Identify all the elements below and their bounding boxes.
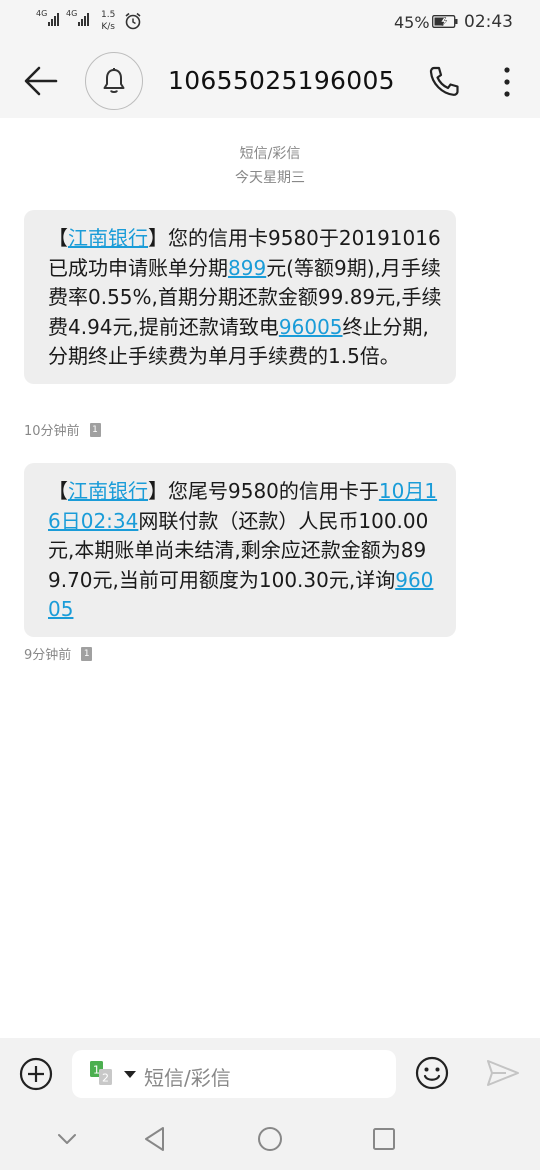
nav-home-icon[interactable] xyxy=(257,1126,283,1152)
message-link[interactable]: 96005 xyxy=(279,315,343,339)
back-arrow-icon[interactable] xyxy=(22,64,60,98)
send-icon[interactable] xyxy=(486,1058,520,1088)
battery-percent: 45% xyxy=(394,13,430,32)
sim-switch-icon[interactable]: 1 2 xyxy=(90,1060,142,1088)
sim-card-icon: 1 xyxy=(89,422,101,437)
svg-text:2: 2 xyxy=(102,1072,109,1085)
add-circle-icon[interactable] xyxy=(18,1056,54,1092)
message-text: 】您尾号9580的信用卡于 xyxy=(148,479,379,503)
message-composer: 1 2 短信/彩信 xyxy=(0,1038,540,1110)
conversation-header: 10655025196005 xyxy=(0,44,540,118)
message-timestamp: 10分钟前 1 xyxy=(24,420,101,439)
signal-strength-2-icon: 4G xyxy=(66,10,90,26)
signal-strength-1-icon: 4G xyxy=(36,10,60,26)
battery-charging-icon xyxy=(432,15,458,28)
message-input[interactable]: 1 2 短信/彩信 xyxy=(72,1050,396,1098)
svg-text:1: 1 xyxy=(93,1064,100,1077)
system-navigation-bar xyxy=(0,1110,540,1170)
notification-bell-button[interactable] xyxy=(85,52,143,110)
hide-keyboard-icon[interactable] xyxy=(56,1130,78,1148)
sim-card-icon: 1 xyxy=(81,646,93,661)
message-link[interactable]: 江南银行 xyxy=(68,226,148,250)
message-text: 【 xyxy=(48,226,68,250)
input-placeholder: 短信/彩信 xyxy=(144,1066,231,1090)
alarm-icon xyxy=(125,12,141,30)
nav-back-icon[interactable] xyxy=(143,1125,167,1153)
more-vertical-icon[interactable] xyxy=(495,64,519,100)
message-text: 【 xyxy=(48,479,68,503)
nav-recent-icon[interactable] xyxy=(372,1127,396,1151)
phone-icon[interactable] xyxy=(426,64,462,100)
network-speed: 1.5 K/s xyxy=(101,10,116,32)
bell-icon xyxy=(103,68,125,93)
message-bubble[interactable]: 【江南银行】您尾号9580的信用卡于10月16日02:34网联付款（还款）人民币… xyxy=(24,463,456,637)
clock: 02:43 xyxy=(464,12,513,32)
contact-number: 10655025196005 xyxy=(168,66,395,95)
message-type-label: 短信/彩信 xyxy=(239,146,301,162)
message-link[interactable]: 899 xyxy=(228,256,266,280)
emoji-icon[interactable] xyxy=(414,1055,450,1091)
message-link[interactable]: 江南银行 xyxy=(68,479,148,503)
date-separator: 今天星期三 xyxy=(235,170,305,186)
chevron-down-icon xyxy=(124,1071,136,1078)
status-bar: 4G 4G 1.5 K/s 45% 02:43 xyxy=(0,0,540,44)
message-bubble[interactable]: 【江南银行】您的信用卡9580于20191016已成功申请账单分期899元(等额… xyxy=(24,210,456,384)
message-timestamp: 9分钟前 1 xyxy=(24,644,93,663)
